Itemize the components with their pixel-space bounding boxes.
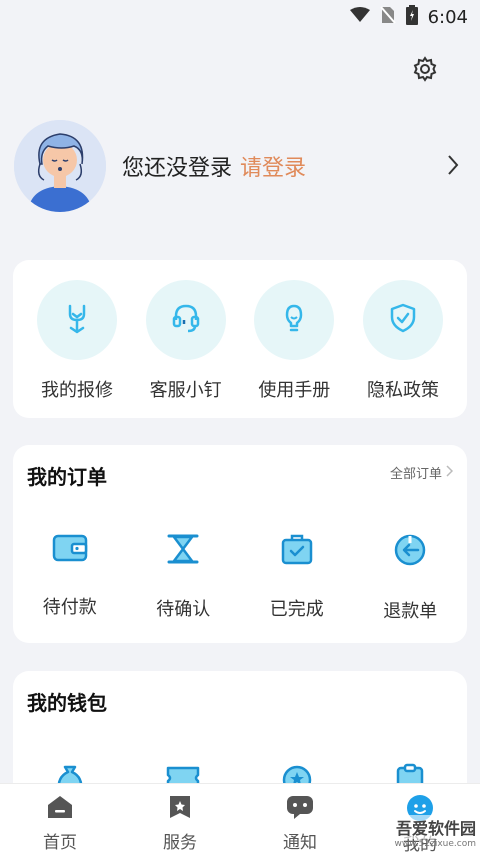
tool-label: 使用手册	[258, 380, 331, 401]
order-pending-payment[interactable]: 待付款	[20, 533, 120, 623]
refund-icon	[393, 533, 427, 571]
status-time: 6:04	[427, 6, 468, 28]
tab-notification[interactable]: 通知	[250, 784, 350, 853]
tool-customer-service[interactable]: 客服小钉	[140, 280, 232, 402]
tool-privacy[interactable]: 隐私政策	[357, 280, 449, 402]
all-orders-link[interactable]: 全部订单	[389, 463, 454, 482]
tools-card: 我的报修 客服小钉 使用手册 隐私政策	[13, 260, 467, 418]
headset-icon	[168, 300, 204, 340]
service-icon	[167, 794, 193, 824]
login-link[interactable]: 请登录	[240, 150, 306, 182]
chat-icon	[286, 794, 314, 824]
profile-section[interactable]: 您还没登录 请登录	[14, 120, 466, 212]
briefcase-check-icon	[280, 533, 314, 569]
tool-manual[interactable]: 使用手册	[248, 280, 340, 402]
lightbulb-icon	[276, 300, 312, 340]
tool-label: 隐私政策	[366, 380, 439, 401]
wrench-icon	[59, 300, 95, 340]
tab-label: 我的	[403, 835, 437, 853]
avatar[interactable]	[14, 120, 106, 212]
wallet-title: 我的钱包	[27, 691, 107, 715]
tab-label: 通知	[283, 833, 317, 853]
battery-icon	[405, 5, 418, 29]
orders-card: 我的订单 全部订单 待付款 待确认 已完成 退款单	[13, 445, 467, 643]
tool-label: 我的报修	[41, 380, 113, 401]
tab-label: 首页	[43, 833, 77, 853]
status-bar: 6:04	[0, 0, 480, 34]
gear-icon	[412, 56, 438, 86]
chevron-right-icon	[446, 464, 454, 481]
order-refund[interactable]: 退款单	[360, 533, 460, 623]
user-icon	[406, 794, 434, 826]
order-label: 待确认	[156, 599, 211, 620]
tool-label: 客服小钉	[149, 380, 222, 401]
hourglass-icon	[166, 533, 200, 569]
tool-repair[interactable]: 我的报修	[31, 280, 123, 402]
order-pending-confirm[interactable]: 待确认	[133, 533, 233, 623]
order-label: 退款单	[383, 601, 438, 622]
tab-label: 服务	[163, 833, 197, 853]
shield-check-icon	[385, 300, 421, 340]
not-logged-in-text: 您还没登录	[122, 156, 233, 181]
wallet-icon	[52, 533, 88, 567]
settings-button[interactable]	[410, 56, 440, 86]
order-label: 已完成	[269, 599, 324, 620]
chevron-right-icon[interactable]	[446, 152, 460, 182]
tab-home[interactable]: 首页	[10, 784, 110, 853]
tab-mine[interactable]: 我的	[370, 784, 470, 853]
tab-service[interactable]: 服务	[130, 784, 230, 853]
orders-title: 我的订单	[27, 465, 107, 489]
no-sim-icon	[379, 6, 396, 28]
wifi-icon	[349, 7, 370, 27]
bottom-tab-bar: 首页 服务 通知 我的	[0, 783, 480, 853]
home-icon	[46, 794, 74, 824]
order-label: 待付款	[42, 597, 97, 618]
all-orders-label: 全部订单	[389, 467, 442, 482]
order-completed[interactable]: 已完成	[247, 533, 347, 623]
